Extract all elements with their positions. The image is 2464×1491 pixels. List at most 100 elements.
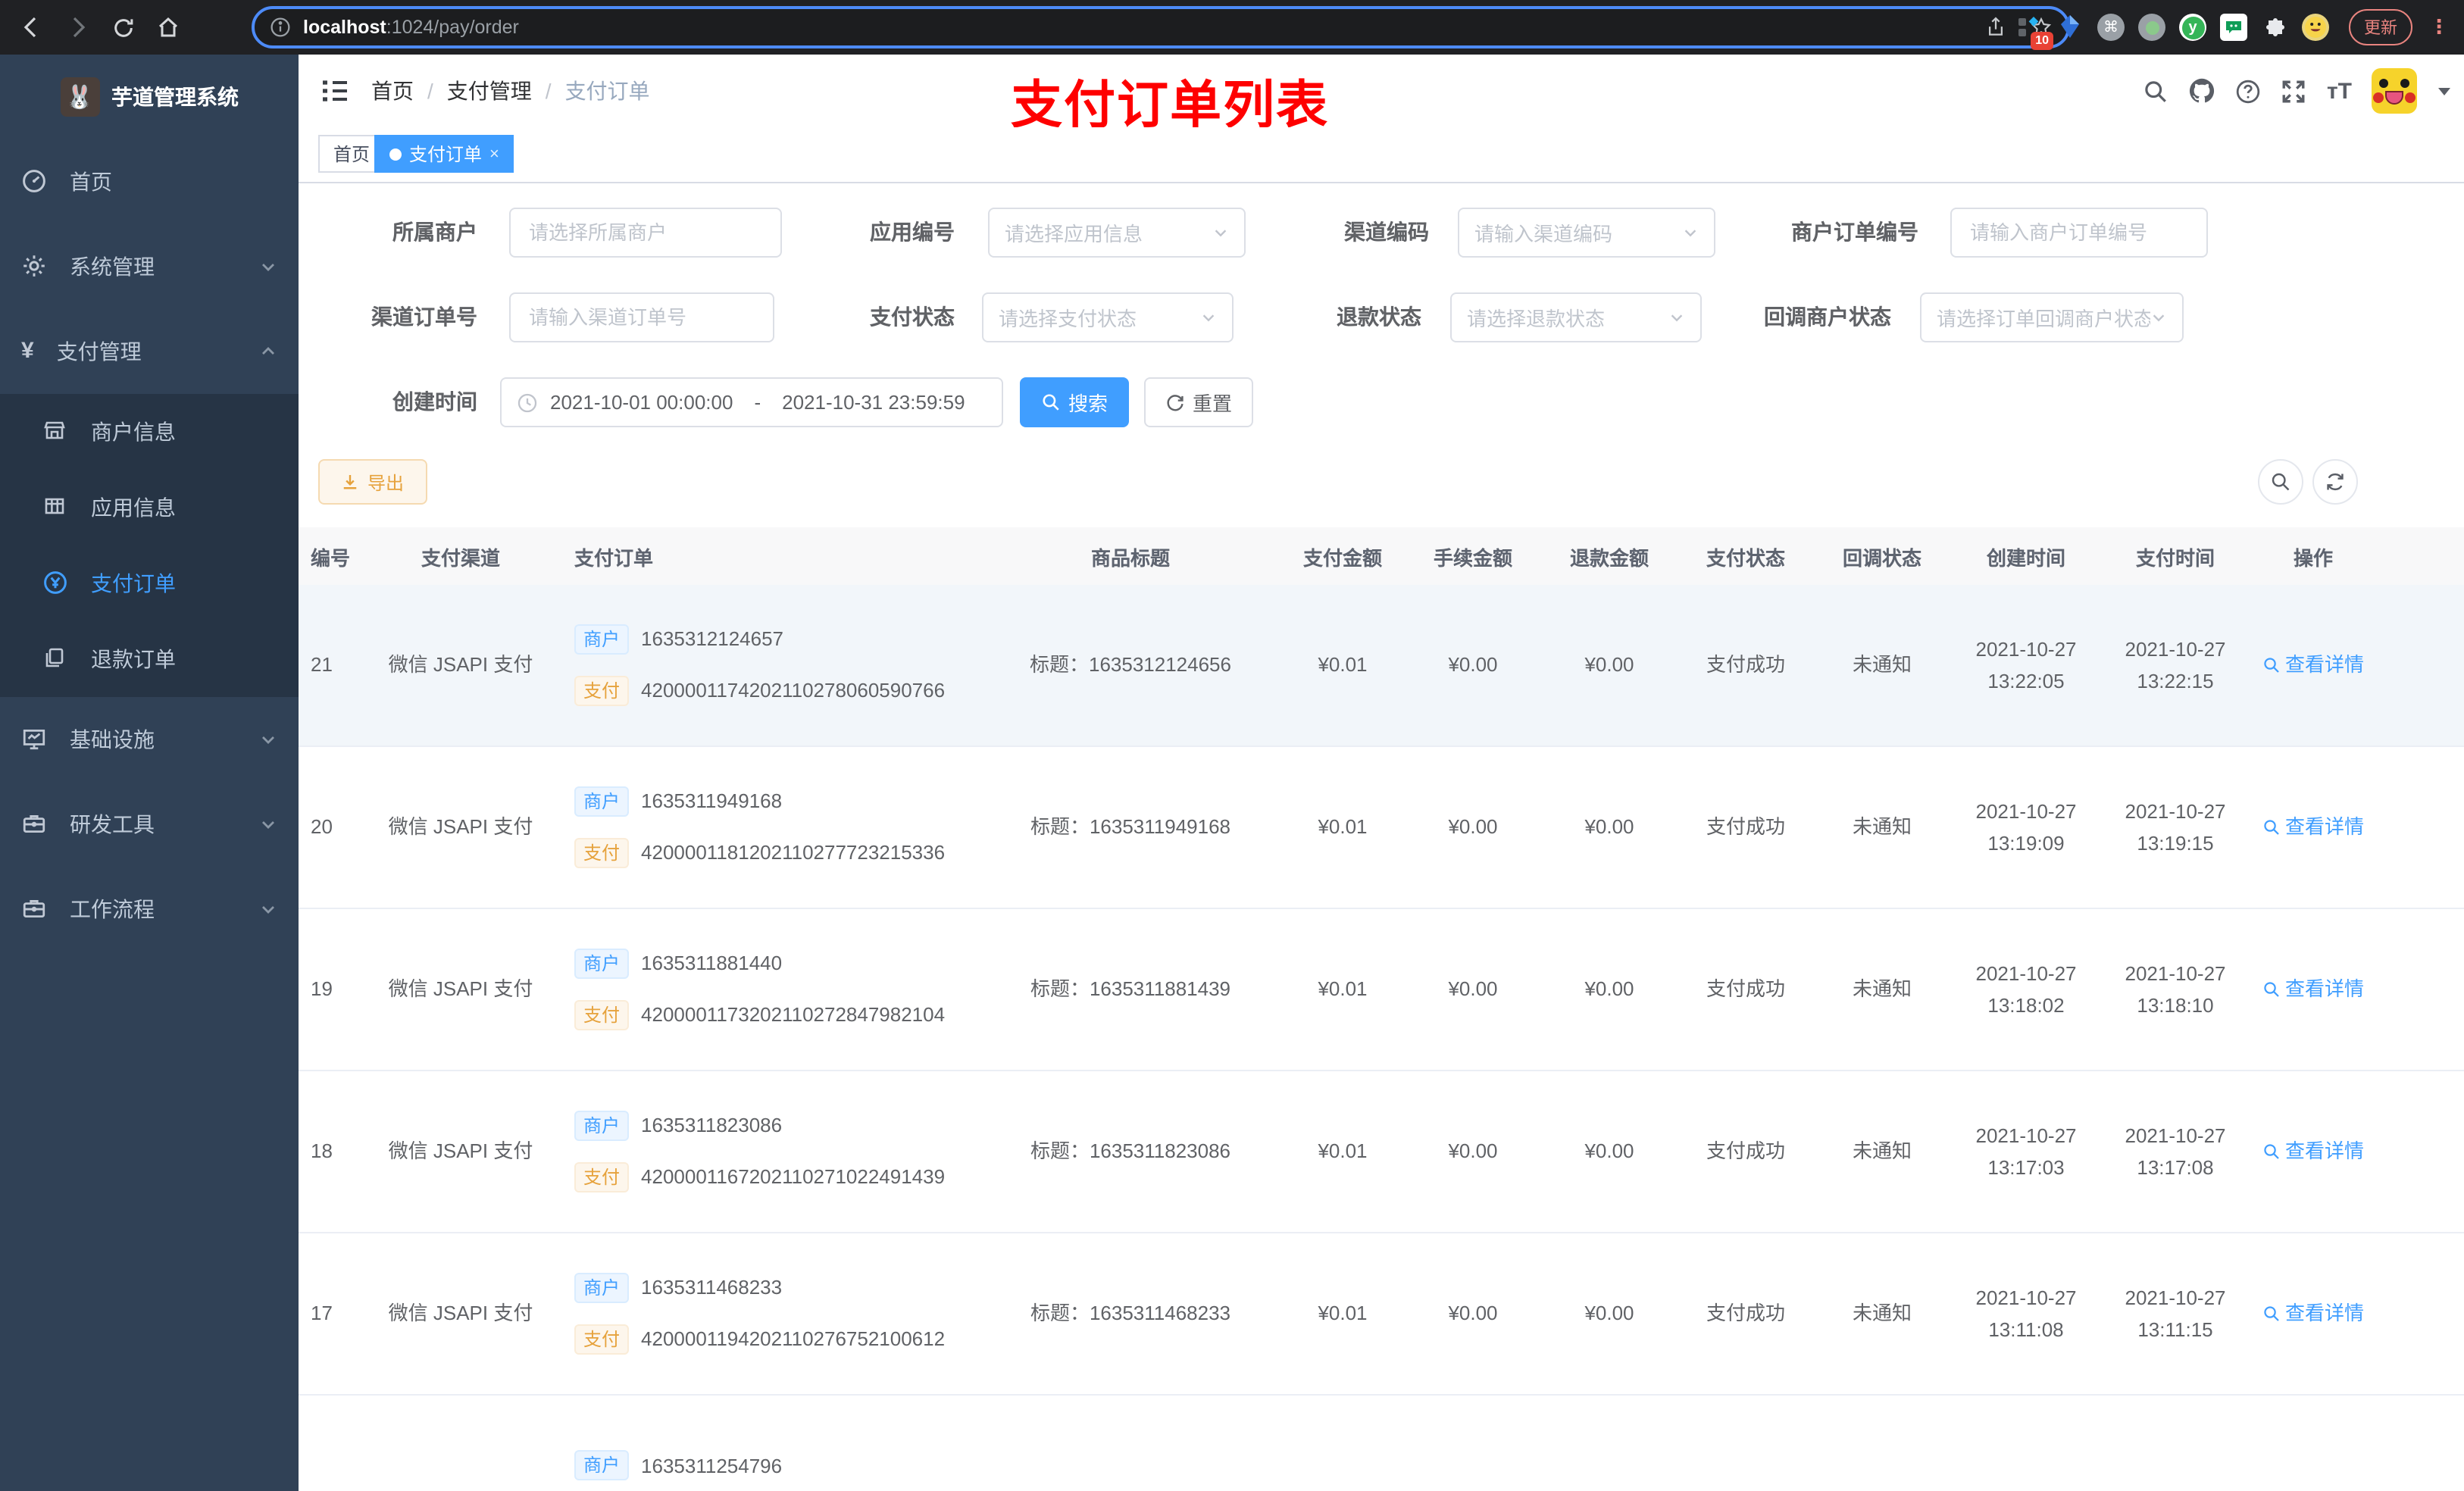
cell-amount: ¥0.01 [1318,1139,1368,1163]
chevron-up-icon [259,342,277,361]
update-button[interactable]: 更新 [2349,9,2412,45]
browser-menu-icon[interactable]: ⋮ [2429,15,2449,39]
apps-extension-icon[interactable]: 10 [2015,14,2053,50]
sidebar-item-dev-tools[interactable]: 研发工具 [0,782,299,867]
sidebar-item-system[interactable]: 系统管理 [0,224,299,309]
refund-status-select[interactable]: 请选择退款状态 [1450,292,1702,342]
home-icon[interactable] [145,5,191,50]
cell-channel: 微信 JSAPI 支付 [388,977,533,1001]
cell-pay-status: 支付成功 [1706,977,1785,1001]
collapse-sidebar-icon[interactable] [320,76,350,106]
share-icon[interactable] [1985,17,2006,38]
avatar-caret-icon[interactable] [2437,83,2452,98]
tab-pay-order[interactable]: 支付订单 × [374,135,514,173]
fullscreen-icon[interactable] [2281,78,2307,104]
reload-icon[interactable] [100,5,145,50]
avatar[interactable] [2372,68,2417,114]
cell-pay-status: 支付成功 [1706,1302,1785,1325]
pay-status-select[interactable]: 请选择支付状态 [982,292,1234,342]
filter-label-channel-code: 渠道编码 [1344,220,1429,244]
sidebar-item-refund-order[interactable]: 退款订单 [0,621,299,697]
view-detail-link[interactable]: 查看详情 [2262,813,2364,842]
address-bar[interactable]: localhost:1024/pay/order [252,6,2070,48]
url-text: localhost:1024/pay/order [303,17,519,38]
merchant-tag: 商户 [574,1111,630,1141]
merchant-order-no: 1635311949168 [641,789,783,813]
merchant-order-no-input[interactable] [1950,208,2208,258]
yapi-extension-icon[interactable]: y [2179,14,2206,41]
table-row: 21 微信 JSAPI 支付 商户 1635312124657 支付 4200001174… [299,585,2464,747]
app-no-select[interactable]: 请选择应用信息 [988,208,1246,258]
font-size-icon[interactable]: ᴛT [2327,78,2352,104]
cell-title: 标题：1635312124656 [1030,653,1231,677]
pay-tag: 支付 [574,1162,630,1192]
dashboard-icon [21,168,48,195]
view-detail-link[interactable]: 查看详情 [2262,975,2364,1005]
puzzle-extension-icon[interactable] [2261,14,2288,41]
cell-fee: ¥0.00 [1448,653,1498,677]
app-logo-row[interactable]: 🐰 芋道管理系统 [0,55,299,139]
gear-icon [21,253,48,280]
grid-icon [42,494,70,521]
sidebar-item-workflow[interactable]: 工作流程 [0,867,299,952]
toggle-search-button[interactable] [2258,459,2303,505]
browser-toolbar: localhost:1024/pay/order 10 ⌘ y 更新 ⋮ [0,0,2464,55]
cell-pay-order: 商户 1635312124657 支付 42000011742021102780605… [553,585,980,746]
cell-paid-time: 2021-10-27 13:18:10 [2125,961,2226,1017]
kite-extension-icon[interactable] [2056,14,2084,41]
merchant-input[interactable] [509,208,782,258]
pay-tag: 支付 [574,838,630,868]
back-icon[interactable] [9,5,55,50]
channel-order-no-input[interactable] [509,292,774,342]
sidebar-item-infra[interactable]: 基础设施 [0,697,299,782]
view-detail-link[interactable]: 查看详情 [2262,651,2364,680]
chevron-down-icon [259,258,277,276]
app-logo: 🐰 [60,77,99,117]
cell-pay-order: 商户 1635311823086 支付 42000011672021102710224… [553,1071,980,1232]
pay-order-no: 4200001181202110277723215336 [641,841,946,864]
merchant-order-no: 1635311823086 [641,1114,783,1137]
breadcrumb-pay-mgmt[interactable]: 支付管理 [447,76,532,106]
column-header: 手续金额 [1433,546,1512,569]
cell-amount: ¥0.01 [1318,815,1368,839]
chat-extension-icon[interactable] [2220,14,2247,41]
search-button[interactable]: 搜索 [1020,377,1129,427]
filter-label-create-time: 创建时间 [392,389,477,414]
view-detail-link[interactable]: 查看详情 [2262,1299,2364,1329]
pay-tag: 支付 [574,1324,630,1355]
cell-title: 标题：1635311881439 [1030,977,1231,1001]
cell-channel: 微信 JSAPI 支付 [388,815,533,839]
github-icon[interactable] [2189,77,2216,105]
cell-pay-order: 商户 1635311949168 支付 42000011812021102777232… [553,747,980,908]
screen: localhost:1024/pay/order 10 ⌘ y 更新 ⋮ 🐰 芋… [0,0,2464,1491]
export-button[interactable]: 导出 [318,459,427,505]
merchant-tag: 商户 [574,786,630,817]
record-extension-icon[interactable] [2138,14,2165,41]
cell-paid-time: 2021-10-27 13:22:15 [2125,637,2226,692]
close-tab-icon[interactable]: × [489,145,499,163]
cell-actions: 查看详情 [2249,1233,2378,1394]
sidebar-item-payment[interactable]: ¥ 支付管理 [0,309,299,394]
refresh-table-button[interactable] [2312,459,2358,505]
cell-channel: 微信 JSAPI 支付 [388,1302,533,1325]
date-range-input[interactable]: 2021-10-01 00:00:00 - 2021-10-31 23:59:5… [500,377,1003,427]
cell-paid-time: 2021-10-27 13:11:15 [2125,1286,2226,1341]
cell-title: 标题：1635311823086 [1030,1139,1231,1163]
command-extension-icon[interactable]: ⌘ [2097,14,2125,41]
site-info-icon[interactable] [270,17,291,38]
search-icon[interactable] [2143,78,2169,104]
channel-code-select[interactable]: 请输入渠道编码 [1458,208,1715,258]
sidebar-item-app-info[interactable]: 应用信息 [0,470,299,545]
sidebar-item-pay-order[interactable]: 支付订单 [0,545,299,621]
forward-icon[interactable] [55,5,100,50]
breadcrumb-home[interactable]: 首页 [371,76,414,106]
reset-button[interactable]: 重置 [1144,377,1253,427]
cell-fee: ¥0.00 [1448,1139,1498,1163]
sidebar-item-merchant-info[interactable]: 商户信息 [0,394,299,470]
callback-status-select[interactable]: 请选择订单回调商户状态 [1920,292,2184,342]
emoji-extension-icon[interactable] [2302,14,2329,41]
help-icon[interactable] [2236,78,2262,104]
view-detail-link[interactable]: 查看详情 [2262,1137,2364,1167]
sidebar-item-home[interactable]: 首页 [0,139,299,224]
breadcrumb-pay-order: 支付订单 [564,79,650,103]
